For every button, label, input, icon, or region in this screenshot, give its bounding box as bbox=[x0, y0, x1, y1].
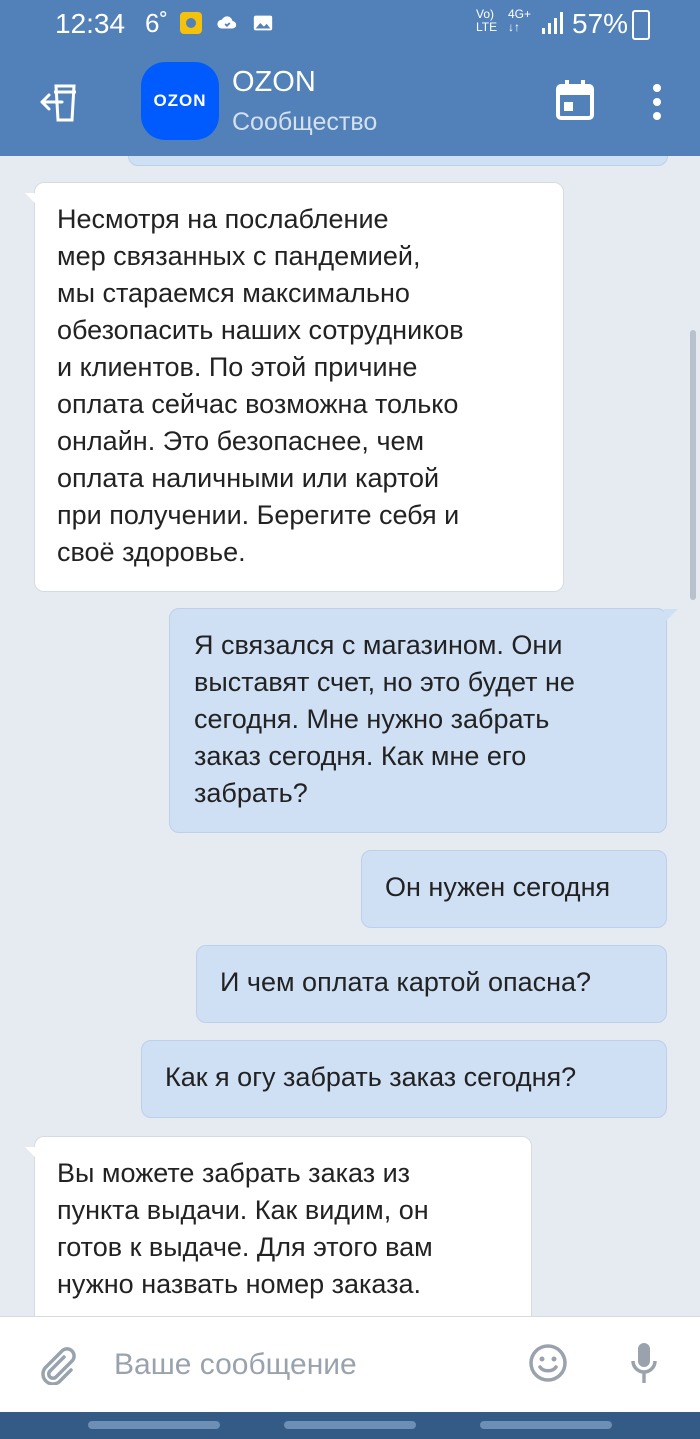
message-bubble-outgoing: И чем оплата картой опасна? bbox=[196, 945, 667, 1023]
status-temperature: 6˚ bbox=[145, 8, 169, 38]
message-text: Он нужен сегодня bbox=[385, 869, 610, 906]
notification-app-icon bbox=[180, 12, 202, 34]
smile-icon[interactable] bbox=[528, 1343, 568, 1383]
message-line: онлайн. Это безопаснее, чем bbox=[57, 426, 425, 456]
bubble-tail bbox=[664, 609, 678, 623]
attach-icon[interactable] bbox=[36, 1345, 76, 1385]
message-bubble-incoming: Вы можете забрать заказ из пункта выдачи… bbox=[25, 1136, 532, 1316]
message-line: пункта выдачи. Как видим, он bbox=[57, 1195, 429, 1225]
image-notification-icon bbox=[253, 15, 273, 31]
bubble-tail bbox=[25, 193, 39, 207]
message-line: выставят счет, но это будет не bbox=[194, 667, 575, 697]
message-text: Я связался с магазином. Они выставят сче… bbox=[194, 627, 575, 812]
back-icon[interactable] bbox=[28, 80, 84, 124]
message-line: и клиентов. По этой причине bbox=[57, 352, 418, 382]
scrollbar[interactable] bbox=[690, 330, 696, 600]
message-line: обезопасить наших сотрудников bbox=[57, 315, 464, 345]
lte-label: LTE bbox=[476, 20, 498, 34]
message-bubble-incoming: Несмотря на послабление мер связанных с … bbox=[25, 182, 564, 592]
message-list[interactable]: Несмотря на послабление мер связанных с … bbox=[0, 156, 700, 1316]
message-line: Вы можете забрать заказ из bbox=[57, 1158, 411, 1188]
message-bubble-outgoing: Он нужен сегодня bbox=[361, 850, 667, 928]
status-time: 12:34 bbox=[55, 8, 126, 39]
message-text: И чем оплата картой опасна? bbox=[220, 964, 591, 1001]
system-navigation-bar bbox=[0, 1412, 700, 1439]
nav-recents-button[interactable] bbox=[88, 1421, 220, 1429]
network-type-indicator: 4G+ ↓↑ bbox=[508, 8, 531, 34]
message-input[interactable] bbox=[112, 1339, 506, 1391]
data-arrows-icon: ↓↑ bbox=[508, 20, 520, 34]
message-line: заказ сегодня. Как мне его bbox=[194, 741, 527, 771]
chat-subtitle: Сообщество bbox=[232, 108, 378, 136]
message-bubble-outgoing: Как я огу забрать заказ сегодня? bbox=[141, 1040, 667, 1118]
message-line: мер связанных с пандемией, bbox=[57, 241, 421, 271]
status-bar: 12:34 6˚ Vo) LTE 4G+ ↓↑ 57% bbox=[0, 0, 700, 50]
message-line: нужно назвать номер заказа. bbox=[57, 1269, 422, 1299]
message-bubble-outgoing-clipped bbox=[128, 156, 668, 166]
message-line: Как я огу забрать заказ сегодня? bbox=[165, 1062, 577, 1092]
message-text: Несмотря на послабление мер связанных с … bbox=[57, 201, 464, 571]
chat-title[interactable]: OZON bbox=[232, 66, 316, 99]
cloud-sync-icon bbox=[217, 16, 237, 29]
message-line: забрать? bbox=[194, 778, 308, 808]
message-text: Вы можете забрать заказ из пункта выдачи… bbox=[57, 1155, 433, 1303]
message-line: готов к выдаче. Для этого вам bbox=[57, 1232, 433, 1262]
battery-icon bbox=[632, 10, 650, 40]
message-bubble-outgoing: Я связался с магазином. Они выставят сче… bbox=[169, 608, 678, 833]
nav-home-button[interactable] bbox=[284, 1421, 416, 1429]
avatar-logo-text: OZON bbox=[153, 91, 207, 110]
more-vertical-icon[interactable] bbox=[640, 80, 674, 124]
message-line: Я связался с магазином. Они bbox=[194, 630, 563, 660]
calendar-icon[interactable] bbox=[556, 80, 594, 120]
message-composer bbox=[0, 1316, 700, 1413]
message-line: И чем оплата картой опасна? bbox=[220, 967, 592, 997]
app-header: 12:34 6˚ Vo) LTE 4G+ ↓↑ 57% OZON OZON Со… bbox=[0, 0, 700, 156]
message-line: Несмотря на послабление bbox=[57, 204, 389, 234]
volte-indicator: Vo) LTE bbox=[476, 8, 497, 34]
nav-back-button[interactable] bbox=[480, 1421, 612, 1429]
message-line: мы стараемся максимально bbox=[57, 278, 410, 308]
battery-percent: 57% bbox=[572, 8, 629, 39]
mic-icon[interactable] bbox=[630, 1341, 658, 1387]
message-line: оплата наличными или картой bbox=[57, 463, 440, 493]
signal-icon bbox=[542, 12, 563, 34]
message-line: своё здоровье. bbox=[57, 537, 246, 567]
bubble-tail bbox=[25, 1147, 39, 1161]
message-line: Он нужен сегодня bbox=[385, 872, 611, 902]
message-line: сегодня. Мне нужно забрать bbox=[194, 704, 550, 734]
message-line: оплата сейчас возможна только bbox=[57, 389, 459, 419]
message-text: Как я огу забрать заказ сегодня? bbox=[165, 1059, 576, 1096]
message-line: при получении. Берегите себя и bbox=[57, 500, 460, 530]
community-avatar[interactable]: OZON bbox=[141, 62, 219, 140]
